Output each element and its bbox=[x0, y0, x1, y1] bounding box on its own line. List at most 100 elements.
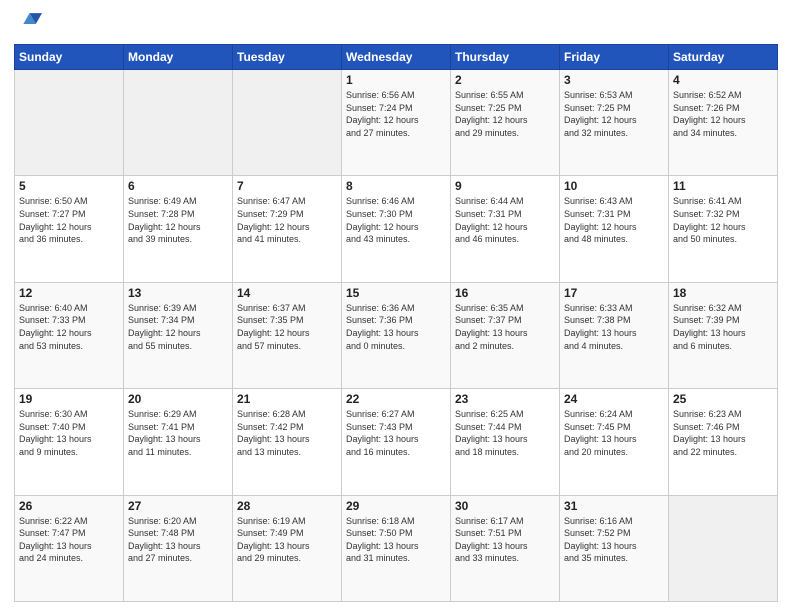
calendar-cell: 20Sunrise: 6:29 AM Sunset: 7:41 PM Dayli… bbox=[124, 389, 233, 495]
day-info: Sunrise: 6:23 AM Sunset: 7:46 PM Dayligh… bbox=[673, 408, 773, 458]
day-number: 20 bbox=[128, 392, 228, 406]
calendar-cell: 17 Sunrise: 6:33 AM Sunset: 7:38 PM Dayli… bbox=[560, 282, 669, 388]
weekday-header-thursday: Thursday bbox=[451, 45, 560, 70]
day-number: 8 bbox=[346, 179, 446, 193]
calendar-cell: 11 Sunrise: 6:41 AM Sunset: 7:32 PM Dayli… bbox=[669, 176, 778, 282]
week-row-2: 5 Sunrise: 6:50 AM Sunset: 7:27 PM Daylig… bbox=[15, 176, 778, 282]
day-info: Sunrise: 6:39 AM Sunset: 7:34 PM Dayligh… bbox=[128, 302, 228, 352]
day-info: Sunrise: 6:49 AM Sunset: 7:28 PM Dayligh… bbox=[128, 195, 228, 245]
day-number: 25 bbox=[673, 392, 773, 406]
day-number: 31 bbox=[564, 499, 664, 513]
calendar-cell: 13 Sunrise: 6:39 AM Sunset: 7:34 PM Dayli… bbox=[124, 282, 233, 388]
calendar-cell: 7 Sunrise: 6:47 AM Sunset: 7:29 PM Daylig… bbox=[233, 176, 342, 282]
calendar-cell: 4 Sunrise: 6:52 AM Sunset: 7:26 PM Daylig… bbox=[669, 70, 778, 176]
day-number: 18 bbox=[673, 286, 773, 300]
day-number: 24 bbox=[564, 392, 664, 406]
calendar-cell: 3 Sunrise: 6:53 AM Sunset: 7:25 PM Daylig… bbox=[560, 70, 669, 176]
calendar-cell: 18 Sunrise: 6:32 AM Sunset: 7:39 PM Dayli… bbox=[669, 282, 778, 388]
day-number: 7 bbox=[237, 179, 337, 193]
week-row-1: 1Sunrise: 6:56 AM Sunset: 7:24 PM Daylig… bbox=[15, 70, 778, 176]
day-number: 1 bbox=[346, 73, 446, 87]
day-info: Sunrise: 6:46 AM Sunset: 7:30 PM Dayligh… bbox=[346, 195, 446, 245]
day-info: Sunrise: 6:30 AM Sunset: 7:40 PM Dayligh… bbox=[19, 408, 119, 458]
day-info: Sunrise: 6:25 AM Sunset: 7:44 PM Dayligh… bbox=[455, 408, 555, 458]
day-number: 28 bbox=[237, 499, 337, 513]
calendar-cell: 29 Sunrise: 6:18 AM Sunset: 7:50 PM Dayli… bbox=[342, 495, 451, 601]
calendar-cell: 12 Sunrise: 6:40 AM Sunset: 7:33 PM Dayli… bbox=[15, 282, 124, 388]
day-info: Sunrise: 6:47 AM Sunset: 7:29 PM Dayligh… bbox=[237, 195, 337, 245]
calendar-cell: 25 Sunrise: 6:23 AM Sunset: 7:46 PM Dayli… bbox=[669, 389, 778, 495]
day-info: Sunrise: 6:55 AM Sunset: 7:25 PM Dayligh… bbox=[455, 89, 555, 139]
calendar-cell: 26 Sunrise: 6:22 AM Sunset: 7:47 PM Dayli… bbox=[15, 495, 124, 601]
calendar-cell: 9Sunrise: 6:44 AM Sunset: 7:31 PM Daylig… bbox=[451, 176, 560, 282]
day-number: 22 bbox=[346, 392, 446, 406]
day-number: 6 bbox=[128, 179, 228, 193]
day-info: Sunrise: 6:50 AM Sunset: 7:27 PM Dayligh… bbox=[19, 195, 119, 245]
calendar-cell bbox=[15, 70, 124, 176]
calendar-cell: 22 Sunrise: 6:27 AM Sunset: 7:43 PM Dayli… bbox=[342, 389, 451, 495]
day-info: Sunrise: 6:35 AM Sunset: 7:37 PM Dayligh… bbox=[455, 302, 555, 352]
day-number: 9 bbox=[455, 179, 555, 193]
calendar-cell: 6 Sunrise: 6:49 AM Sunset: 7:28 PM Daylig… bbox=[124, 176, 233, 282]
calendar-cell: 8 Sunrise: 6:46 AM Sunset: 7:30 PM Daylig… bbox=[342, 176, 451, 282]
calendar-cell: 24Sunrise: 6:24 AM Sunset: 7:45 PM Dayli… bbox=[560, 389, 669, 495]
day-info: Sunrise: 6:52 AM Sunset: 7:26 PM Dayligh… bbox=[673, 89, 773, 139]
weekday-header-wednesday: Wednesday bbox=[342, 45, 451, 70]
weekday-header-friday: Friday bbox=[560, 45, 669, 70]
day-number: 16 bbox=[455, 286, 555, 300]
calendar-cell: 10Sunrise: 6:43 AM Sunset: 7:31 PM Dayli… bbox=[560, 176, 669, 282]
day-info: Sunrise: 6:28 AM Sunset: 7:42 PM Dayligh… bbox=[237, 408, 337, 458]
day-info: Sunrise: 6:33 AM Sunset: 7:38 PM Dayligh… bbox=[564, 302, 664, 352]
weekday-header-sunday: Sunday bbox=[15, 45, 124, 70]
weekday-header-saturday: Saturday bbox=[669, 45, 778, 70]
calendar-cell: 16 Sunrise: 6:35 AM Sunset: 7:37 PM Dayli… bbox=[451, 282, 560, 388]
day-number: 21 bbox=[237, 392, 337, 406]
day-number: 4 bbox=[673, 73, 773, 87]
day-number: 17 bbox=[564, 286, 664, 300]
weekday-row: SundayMondayTuesdayWednesdayThursdayFrid… bbox=[15, 45, 778, 70]
calendar-cell: 23Sunrise: 6:25 AM Sunset: 7:44 PM Dayli… bbox=[451, 389, 560, 495]
header bbox=[14, 10, 778, 38]
calendar-cell: 28Sunrise: 6:19 AM Sunset: 7:49 PM Dayli… bbox=[233, 495, 342, 601]
day-info: Sunrise: 6:37 AM Sunset: 7:35 PM Dayligh… bbox=[237, 302, 337, 352]
day-info: Sunrise: 6:18 AM Sunset: 7:50 PM Dayligh… bbox=[346, 515, 446, 565]
calendar-body: 1Sunrise: 6:56 AM Sunset: 7:24 PM Daylig… bbox=[15, 70, 778, 602]
logo bbox=[14, 10, 46, 38]
calendar-cell: 14Sunrise: 6:37 AM Sunset: 7:35 PM Dayli… bbox=[233, 282, 342, 388]
day-number: 12 bbox=[19, 286, 119, 300]
calendar-cell: 27Sunrise: 6:20 AM Sunset: 7:48 PM Dayli… bbox=[124, 495, 233, 601]
day-info: Sunrise: 6:41 AM Sunset: 7:32 PM Dayligh… bbox=[673, 195, 773, 245]
day-number: 13 bbox=[128, 286, 228, 300]
calendar-cell: 30 Sunrise: 6:17 AM Sunset: 7:51 PM Dayli… bbox=[451, 495, 560, 601]
logo-icon bbox=[14, 10, 42, 38]
day-info: Sunrise: 6:32 AM Sunset: 7:39 PM Dayligh… bbox=[673, 302, 773, 352]
day-info: Sunrise: 6:17 AM Sunset: 7:51 PM Dayligh… bbox=[455, 515, 555, 565]
day-number: 19 bbox=[19, 392, 119, 406]
day-number: 11 bbox=[673, 179, 773, 193]
calendar-cell bbox=[233, 70, 342, 176]
weekday-header-monday: Monday bbox=[124, 45, 233, 70]
day-info: Sunrise: 6:43 AM Sunset: 7:31 PM Dayligh… bbox=[564, 195, 664, 245]
day-number: 30 bbox=[455, 499, 555, 513]
day-info: Sunrise: 6:36 AM Sunset: 7:36 PM Dayligh… bbox=[346, 302, 446, 352]
page: SundayMondayTuesdayWednesdayThursdayFrid… bbox=[0, 0, 792, 612]
day-number: 15 bbox=[346, 286, 446, 300]
calendar-cell bbox=[669, 495, 778, 601]
day-number: 3 bbox=[564, 73, 664, 87]
calendar-cell: 2 Sunrise: 6:55 AM Sunset: 7:25 PM Daylig… bbox=[451, 70, 560, 176]
day-info: Sunrise: 6:53 AM Sunset: 7:25 PM Dayligh… bbox=[564, 89, 664, 139]
calendar-cell: 5 Sunrise: 6:50 AM Sunset: 7:27 PM Daylig… bbox=[15, 176, 124, 282]
day-info: Sunrise: 6:16 AM Sunset: 7:52 PM Dayligh… bbox=[564, 515, 664, 565]
day-info: Sunrise: 6:40 AM Sunset: 7:33 PM Dayligh… bbox=[19, 302, 119, 352]
calendar-cell: 31 Sunrise: 6:16 AM Sunset: 7:52 PM Dayli… bbox=[560, 495, 669, 601]
day-number: 5 bbox=[19, 179, 119, 193]
day-number: 26 bbox=[19, 499, 119, 513]
week-row-4: 19 Sunrise: 6:30 AM Sunset: 7:40 PM Dayli… bbox=[15, 389, 778, 495]
day-info: Sunrise: 6:22 AM Sunset: 7:47 PM Dayligh… bbox=[19, 515, 119, 565]
day-number: 27 bbox=[128, 499, 228, 513]
day-info: Sunrise: 6:27 AM Sunset: 7:43 PM Dayligh… bbox=[346, 408, 446, 458]
calendar-cell bbox=[124, 70, 233, 176]
day-number: 2 bbox=[455, 73, 555, 87]
calendar-header: SundayMondayTuesdayWednesdayThursdayFrid… bbox=[15, 45, 778, 70]
day-number: 29 bbox=[346, 499, 446, 513]
